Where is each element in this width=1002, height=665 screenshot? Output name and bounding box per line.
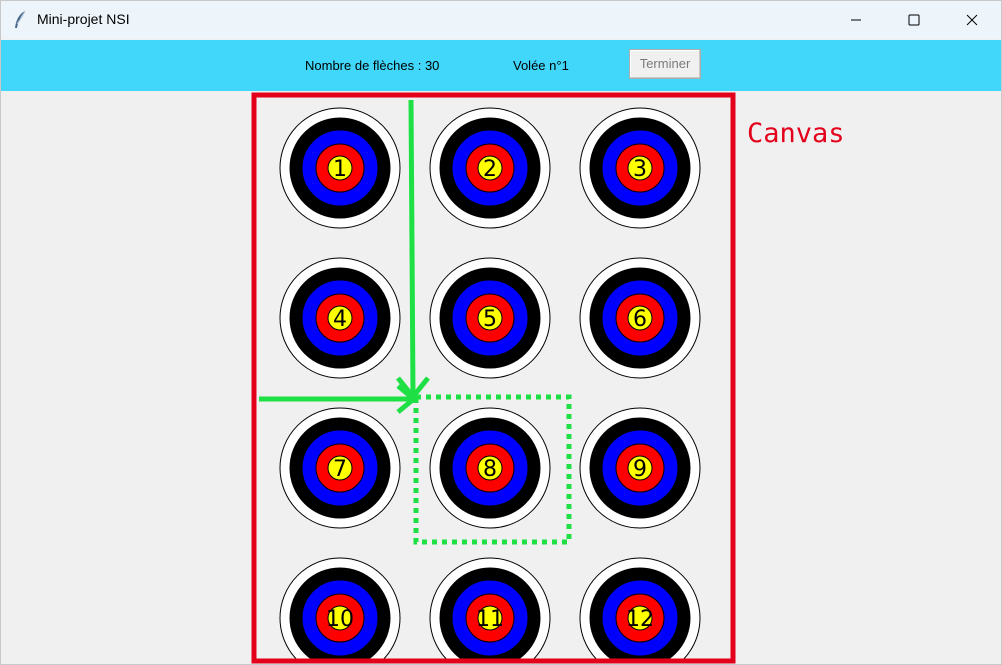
target-number: 6: [633, 307, 647, 332]
target-11[interactable]: 11: [429, 557, 551, 665]
target-number: 5: [483, 307, 497, 332]
target-5[interactable]: 5: [429, 257, 551, 379]
target-12[interactable]: 12: [579, 557, 701, 665]
target-7[interactable]: 7: [279, 407, 401, 529]
target-1[interactable]: 1: [279, 107, 401, 229]
target-number: 10: [326, 607, 354, 632]
target-number: 3: [633, 157, 647, 182]
target-number: 9: [633, 457, 647, 482]
target-2[interactable]: 2: [429, 107, 551, 229]
targets-layer: 1 2 34 5 67 8 910 11 12: [279, 107, 701, 665]
game-canvas[interactable]: 1 2 34 5 67 8 910 11 12 Canvas: [0, 0, 1002, 665]
target-number: 7: [333, 457, 347, 482]
target-3[interactable]: 3: [579, 107, 701, 229]
target-9[interactable]: 9: [579, 407, 701, 529]
target-number: 8: [483, 457, 497, 482]
target-4[interactable]: 4: [279, 257, 401, 379]
canvas-annotation-label: Canvas: [747, 118, 845, 149]
target-number: 2: [483, 157, 497, 182]
target-8[interactable]: 8: [429, 407, 551, 529]
target-6[interactable]: 6: [579, 257, 701, 379]
target-10[interactable]: 10: [279, 557, 401, 665]
target-number: 1: [333, 157, 347, 182]
target-number: 4: [333, 307, 347, 332]
target-number: 12: [626, 607, 654, 632]
guide-arrow-vertical: [408, 99, 416, 396]
target-number: 11: [476, 607, 504, 632]
